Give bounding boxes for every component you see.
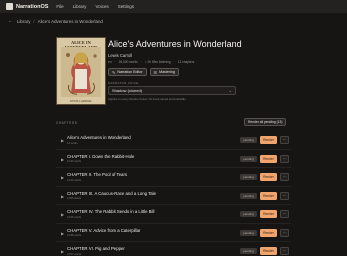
- play-icon[interactable]: ▶: [61, 175, 64, 180]
- book-meta: en · 26,500 words · ≈ 2h 55m listening ·…: [108, 60, 197, 64]
- play-icon[interactable]: ▶: [61, 249, 64, 254]
- narrator-voice-label: NARRATOR VOICE: [108, 81, 139, 85]
- render-button[interactable]: Render: [260, 173, 277, 181]
- meta-dot: ·: [140, 60, 142, 64]
- chapter-word-count: 2,190 words: [67, 160, 82, 163]
- chapter-word-count: 12 words: [67, 141, 78, 145]
- narrator-voice-select[interactable]: Shadow (cloned) ⌄: [108, 86, 236, 95]
- play-icon[interactable]: ▶: [61, 157, 64, 162]
- chapter-row: ▶ CHAPTER III. A Caucus-Race and a Long …: [56, 187, 291, 205]
- chapter-row: ▶ CHAPTER VI. Pig and Pepper 2,577 words…: [56, 242, 291, 256]
- status-badge: pending: [240, 137, 257, 143]
- breadcrumb: ← Library / Alice's Adventures in Wonder…: [8, 18, 103, 24]
- narrator-voice-value: Shadow (cloned): [112, 88, 143, 93]
- render-button[interactable]: Render: [260, 154, 277, 163]
- book-title: Alice's Adventures in Wonderland: [108, 39, 242, 49]
- menu-library[interactable]: Library: [73, 4, 87, 9]
- play-icon[interactable]: ▶: [61, 138, 64, 143]
- render-button[interactable]: Render: [260, 210, 277, 218]
- chapter-word-count: 2,577 words: [67, 252, 82, 256]
- mastering-button[interactable]: ☰ Mastering: [149, 68, 179, 76]
- more-options-icon[interactable]: ⋯: [280, 228, 289, 237]
- chapter-title: CHAPTER III. A Caucus-Race and a Long Ta…: [67, 190, 157, 196]
- chapter-list: ▶ Alice's Adventures in Wonderland 12 wo…: [56, 131, 291, 256]
- more-options-icon[interactable]: ⋯: [280, 154, 289, 163]
- chapter-word-count: 2,616 words: [67, 215, 82, 219]
- book-duration: ≈ 2h 55m listening: [144, 60, 171, 64]
- narration-editor-button[interactable]: ✎ Narration Editor: [108, 68, 147, 76]
- more-options-icon[interactable]: ⋯: [280, 173, 289, 181]
- narration-editor-label: Narration Editor: [117, 70, 143, 74]
- chapter-word-count: 2,124 words: [67, 178, 82, 182]
- app-logo-icon: [6, 3, 13, 10]
- chapter-title: CHAPTER VI. Pig and Pepper: [67, 246, 125, 251]
- arrow-left-icon[interactable]: ←: [8, 18, 13, 24]
- menu-voices[interactable]: Voices: [95, 4, 108, 9]
- narrator-voice-help: Applies to every Render below. No book s…: [108, 97, 187, 101]
- cover-author: LEWIS CARROLL: [69, 100, 93, 103]
- chapter-title: CHAPTER IV. The Rabbit Sends in a Little…: [67, 209, 155, 214]
- menu-settings[interactable]: Settings: [118, 4, 134, 9]
- more-options-icon[interactable]: ⋯: [280, 247, 289, 255]
- status-badge: pending: [240, 211, 257, 217]
- render-button[interactable]: Render: [260, 191, 277, 200]
- chapter-row: ▶ CHAPTER II. The Pool of Tears 2,124 wo…: [56, 168, 291, 187]
- chapters-heading: CHAPTERS: [56, 121, 78, 125]
- breadcrumb-current: Alice's Adventures in Wonderland: [37, 18, 103, 24]
- app-name: NarrationOS: [16, 3, 49, 10]
- menu-file[interactable]: File: [56, 4, 63, 9]
- sliders-icon: ☰: [153, 69, 158, 75]
- status-badge: pending: [240, 174, 257, 180]
- title-bar: NarrationOS File Library Voices Settings: [0, 0, 347, 13]
- play-icon[interactable]: ▶: [61, 212, 64, 217]
- menu-bar: File Library Voices Settings: [56, 4, 143, 9]
- chapter-title: CHAPTER I. Down the Rabbit-Hole: [67, 153, 135, 159]
- render-button[interactable]: Render: [260, 228, 277, 237]
- breadcrumb-library-link[interactable]: Library: [17, 19, 30, 24]
- book-language: en: [108, 60, 112, 64]
- chapter-row: ▶ CHAPTER IV. The Rabbit Sends in a Litt…: [56, 205, 291, 224]
- more-options-icon[interactable]: ⋯: [280, 210, 289, 218]
- chapter-row: ▶ CHAPTER V. Advice from a Caterpillar 2…: [56, 224, 291, 242]
- status-badge: pending: [240, 248, 257, 254]
- status-badge: pending: [240, 155, 257, 162]
- status-badge: pending: [240, 192, 257, 199]
- chapter-title: Alice's Adventures in Wonderland: [67, 135, 131, 140]
- chapter-word-count: 2,238 words: [67, 234, 82, 237]
- pencil-icon: ✎: [112, 69, 116, 75]
- more-options-icon[interactable]: ⋯: [280, 136, 289, 144]
- render-all-button[interactable]: Render all pending (13): [244, 118, 287, 126]
- render-button[interactable]: Render: [260, 136, 277, 144]
- chapter-row: ▶ Alice's Adventures in Wonderland 12 wo…: [56, 131, 291, 150]
- more-options-icon[interactable]: ⋯: [280, 191, 289, 200]
- chapter-title: CHAPTER V. Advice from a Caterpillar: [67, 227, 141, 233]
- book-cover: ALICE IN WONDERLAND LEWIS CARROLL: [56, 37, 106, 105]
- chapter-row: ▶ CHAPTER I. Down the Rabbit-Hole 2,190 …: [56, 150, 291, 168]
- chapter-word-count: 2,005 words: [67, 197, 82, 200]
- book-word-count: 26,500 words: [118, 60, 138, 64]
- play-icon[interactable]: ▶: [61, 194, 64, 199]
- cover-illustration: [61, 47, 101, 97]
- book-author: Lewis Carroll: [108, 53, 133, 58]
- chapter-title: CHAPTER II. The Pool of Tears: [67, 172, 128, 177]
- book-chapter-count: 13 chapters: [177, 60, 195, 64]
- render-button[interactable]: Render: [260, 247, 277, 255]
- meta-dot: ·: [114, 60, 116, 64]
- mastering-label: Mastering: [159, 70, 175, 74]
- meta-dot: ·: [173, 60, 175, 64]
- status-badge: pending: [240, 229, 257, 236]
- play-icon[interactable]: ▶: [61, 231, 64, 236]
- breadcrumb-separator: /: [33, 18, 35, 24]
- chevron-down-icon: ⌄: [228, 88, 232, 93]
- book-actions: ✎ Narration Editor ☰ Mastering: [108, 68, 182, 76]
